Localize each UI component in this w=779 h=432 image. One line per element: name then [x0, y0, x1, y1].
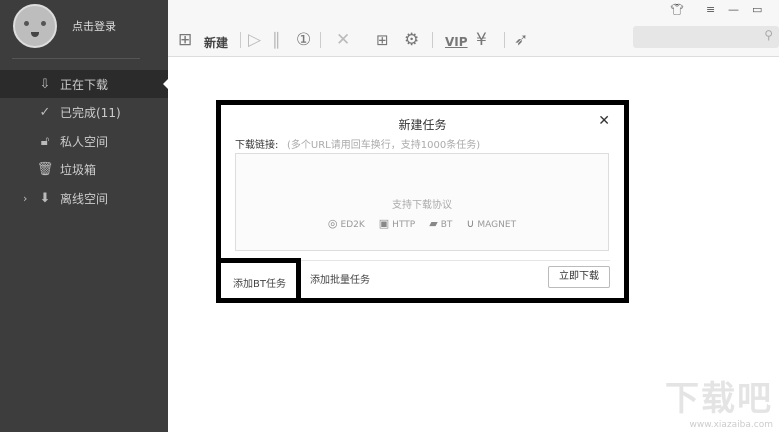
- protocol-magnet: ∪ MAGNET: [466, 217, 517, 230]
- avatar[interactable]: [13, 4, 57, 48]
- sidebar-item-label: 已完成(11): [60, 105, 121, 120]
- menu-icon[interactable]: ≡: [706, 3, 715, 16]
- protocol-bt: ▰ BT: [429, 217, 453, 230]
- yen-icon[interactable]: ¥: [476, 29, 487, 51]
- cloud-download-icon: ⬇: [39, 190, 51, 206]
- play-icon[interactable]: ▷: [248, 29, 261, 51]
- link-hint: (多个URL请用回车换行，支持1000条任务): [287, 140, 481, 151]
- settings-icon[interactable]: ⚙: [404, 29, 419, 51]
- sidebar: 点击登录 ⇩ 正在下载 ✓ 已完成(11) 🔓︎ 私人空间 🗑︎ 垃圾箱 › ⬇ 离线空间: [0, 0, 168, 432]
- download-icon: ⇩: [39, 76, 51, 92]
- maximize-icon[interactable]: ▭: [752, 3, 762, 16]
- sidebar-item-trash[interactable]: 🗑︎ 垃圾箱: [0, 155, 168, 183]
- add-batch-task-button[interactable]: 添加批量任务: [310, 271, 370, 286]
- dialog-title: 新建任务: [398, 118, 447, 132]
- protocols-title: 支持下载协议: [392, 200, 452, 211]
- speed-limit-icon[interactable]: ①: [296, 29, 311, 51]
- search-input[interactable]: ⚲: [633, 26, 779, 48]
- protocol-http: ▣ HTTP: [378, 217, 416, 230]
- ed2k-icon: ◎: [327, 217, 338, 230]
- chevron-right-icon[interactable]: ›: [23, 192, 27, 205]
- sidebar-item-offline[interactable]: › ⬇ 离线空间: [0, 184, 168, 212]
- check-circle-icon: ✓: [39, 104, 51, 120]
- close-icon[interactable]: ✕: [598, 113, 610, 129]
- sidebar-item-private[interactable]: 🔓︎ 私人空间: [0, 127, 168, 155]
- sidebar-item-label: 垃圾箱: [60, 162, 97, 177]
- sidebar-item-label: 私人空间: [60, 134, 109, 149]
- sidebar-item-label: 离线空间: [60, 191, 109, 206]
- divider: [12, 58, 140, 59]
- sidebar-item-downloading[interactable]: ⇩ 正在下载: [0, 70, 168, 98]
- pause-icon[interactable]: ∥: [272, 29, 281, 51]
- watermark: 下载吧 www.xiazaiba.com: [665, 379, 773, 430]
- vip-button[interactable]: VIP: [445, 31, 468, 53]
- minimize-icon[interactable]: —: [728, 3, 739, 16]
- new-task-button[interactable]: 新建: [204, 32, 228, 54]
- search-icon: ⚲: [764, 28, 773, 42]
- skin-icon[interactable]: 👕︎: [670, 3, 684, 16]
- link-label: 下载链接:: [235, 140, 279, 151]
- rocket-icon[interactable]: ➶: [514, 29, 528, 51]
- new-task-icon[interactable]: ⊞: [178, 29, 192, 51]
- toolbar: ⊞ 新建 ▷ ∥ ① ✕ ⊞ ⚙ VIP ¥ ➶ 👕︎ ≡ — ▭ ⚲: [168, 0, 779, 57]
- lock-icon: 🔓︎: [40, 133, 50, 149]
- qrcode-icon[interactable]: ⊞: [376, 29, 389, 51]
- folder-icon: ▰: [429, 217, 438, 230]
- trash-icon: 🗑︎: [36, 161, 54, 177]
- sidebar-item-completed[interactable]: ✓ 已完成(11): [0, 98, 168, 126]
- add-bt-task-button[interactable]: 添加BT任务: [216, 258, 301, 303]
- login-link[interactable]: 点击登录: [72, 18, 116, 34]
- http-icon: ▣: [378, 217, 390, 230]
- delete-icon[interactable]: ✕: [336, 29, 350, 51]
- magnet-icon: ∪: [466, 217, 475, 230]
- protocol-ed2k: ◎ ED2K: [327, 217, 365, 230]
- new-task-dialog: 新建任务 ✕ 下载链接: (多个URL请用回车换行，支持1000条任务) 支持下…: [216, 100, 629, 303]
- link-input[interactable]: 支持下载协议 ◎ ED2K ▣ HTTP ▰ BT ∪ MAGNET: [235, 153, 609, 251]
- sidebar-item-label: 正在下载: [60, 77, 109, 92]
- download-now-button[interactable]: 立即下载: [548, 266, 610, 288]
